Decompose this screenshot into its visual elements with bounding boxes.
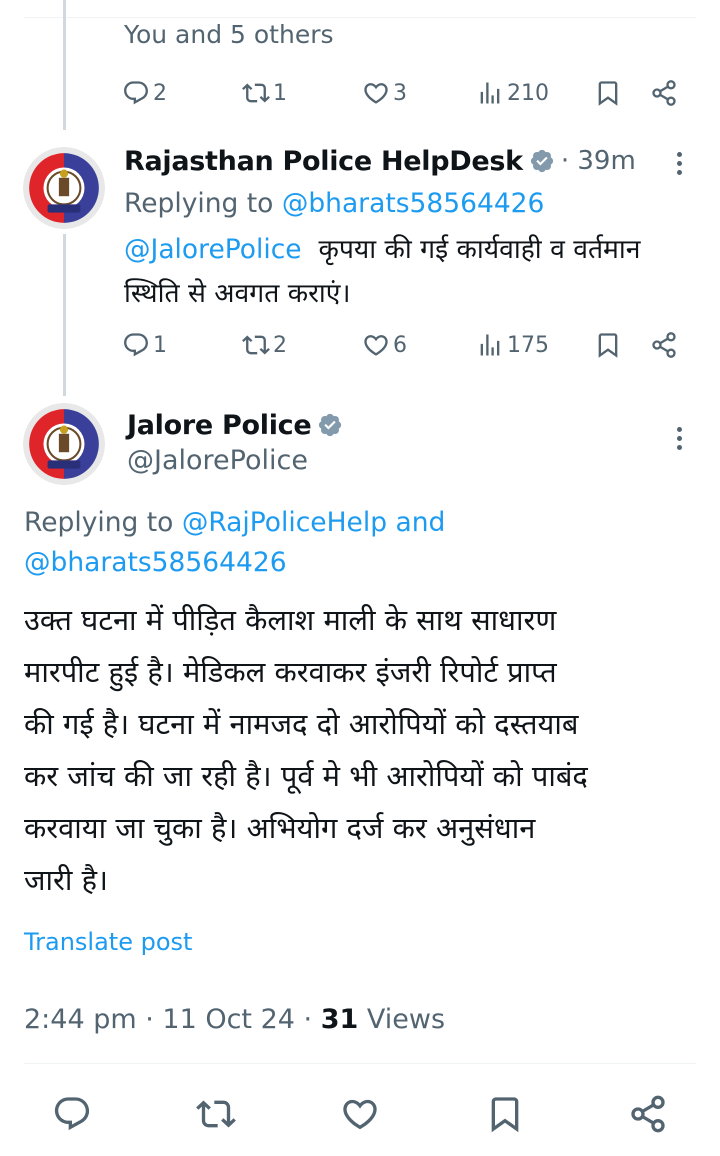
more-icon[interactable] <box>676 423 684 454</box>
text-line: मारपीट हुई है। मेडिकल करवाकर इंजरी रिपोर… <box>24 655 557 689</box>
views-button[interactable]: 175 <box>476 325 549 365</box>
repost-button[interactable]: 1 <box>242 73 287 113</box>
repost-icon <box>196 1094 236 1134</box>
like-button[interactable]: 6 <box>362 325 407 365</box>
author-handle[interactable]: @JalorePolice <box>127 443 308 479</box>
translate-link[interactable]: Translate post <box>24 926 192 958</box>
text-line: जारी है। <box>24 863 109 897</box>
repost-icon <box>242 79 270 107</box>
share-button[interactable] <box>628 1094 668 1134</box>
verified-badge-icon <box>317 412 343 438</box>
tweet-time[interactable]: · 39m <box>561 146 636 176</box>
replying-handle-link[interactable]: @RajPoliceHelp <box>182 507 387 538</box>
share-icon <box>628 1094 668 1134</box>
text-line: उक्त घटना में पीड़ित कैलाश माली के साथ स… <box>24 603 557 637</box>
replying-prefix: Replying to <box>124 188 282 219</box>
views-count: 31 <box>320 1004 359 1035</box>
views-button[interactable]: 210 <box>476 73 549 113</box>
prev-tweet-actions: 2 1 3 210 <box>120 73 690 113</box>
tweet-meta: 2:44 pm · 11 Oct 24 · 31 Views <box>24 1001 445 1039</box>
text-line: करवाया जा चुका है। अभियोग दर्ज कर अनुसंध… <box>24 811 536 845</box>
bookmark-button[interactable] <box>485 1094 525 1134</box>
replying-prefix: Replying to <box>24 507 182 538</box>
reply-icon <box>52 1094 92 1134</box>
avatar[interactable] <box>23 147 105 229</box>
text-line: स्थिति से अवगत कराएं। <box>124 278 351 309</box>
share-icon <box>650 79 678 107</box>
repost-icon <box>242 331 270 359</box>
reply-tweet-header: Rajasthan Police HelpDesk · 39m <box>124 141 636 181</box>
police-logo <box>23 403 105 485</box>
bookmark-button[interactable] <box>594 325 625 365</box>
text-line: कृपया की गई कार्यवाही व वर्तमान <box>318 234 641 265</box>
reply-button[interactable]: 1 <box>122 325 167 365</box>
reply-button[interactable] <box>52 1094 92 1134</box>
like-icon <box>362 79 390 107</box>
replying-handle-link[interactable]: @bharats58564426 <box>282 188 545 219</box>
repost-button[interactable]: 2 <box>242 325 287 365</box>
like-button[interactable] <box>340 1094 380 1134</box>
replying-to: Replying to @bharats58564426 <box>124 184 544 224</box>
share-icon <box>650 331 678 359</box>
divider <box>24 1063 696 1064</box>
thread-line-top <box>63 0 66 130</box>
avatar[interactable] <box>23 403 105 485</box>
main-tweet-header: Jalore Police <box>127 405 343 445</box>
main-tweet-text: उक्त घटना में पीड़ित कैलाश माली के साथ स… <box>24 594 714 906</box>
like-count: 6 <box>393 332 407 358</box>
reply-icon <box>122 331 150 359</box>
reply-tweet-text: @JalorePolice कृपया की गई कार्यवाही व वर… <box>124 230 704 314</box>
text-line: कर जांच की जा रही है। पूर्व मे भी आरोपिय… <box>24 759 588 793</box>
timestamp[interactable]: 2:44 pm · 11 Oct 24 · <box>24 1004 321 1035</box>
more-icon[interactable] <box>676 148 684 179</box>
views-icon <box>476 79 504 107</box>
thread-line-middle <box>63 234 66 396</box>
reply-tweet-actions: 1 2 6 175 <box>120 325 690 365</box>
replying-handle-link[interactable]: @bharats58564426 <box>24 543 704 583</box>
like-icon <box>340 1094 380 1134</box>
bookmark-icon <box>594 331 622 359</box>
repost-count: 1 <box>273 80 287 106</box>
share-button[interactable] <box>650 73 681 113</box>
reply-button[interactable]: 2 <box>122 73 167 113</box>
bookmark-icon <box>594 79 622 107</box>
replying-and: and <box>387 507 446 538</box>
reply-count: 2 <box>153 80 167 106</box>
like-count: 3 <box>393 80 407 106</box>
police-logo <box>23 147 105 229</box>
share-button[interactable] <box>650 325 681 365</box>
views-icon <box>476 331 504 359</box>
views-count: 175 <box>507 332 549 358</box>
author-name[interactable]: Jalore Police <box>127 410 312 441</box>
repost-button[interactable] <box>196 1094 236 1134</box>
bookmark-button[interactable] <box>594 73 625 113</box>
views-count: 210 <box>507 80 549 106</box>
views-label: Views <box>358 1004 446 1035</box>
liked-by-text[interactable]: You and 5 others <box>124 18 334 52</box>
bookmark-icon <box>485 1094 525 1134</box>
mention-link[interactable]: @JalorePolice <box>124 234 302 265</box>
reply-icon <box>122 79 150 107</box>
verified-badge-icon <box>529 148 555 174</box>
author-name[interactable]: Rajasthan Police HelpDesk <box>124 146 523 177</box>
replying-to: Replying to @RajPoliceHelp and @bharats5… <box>24 503 704 583</box>
like-icon <box>362 331 390 359</box>
reply-count: 1 <box>153 332 167 358</box>
text-line: की गई है। घटना में नामजद दो आरोपियों को … <box>24 707 579 741</box>
like-button[interactable]: 3 <box>362 73 407 113</box>
repost-count: 2 <box>273 332 287 358</box>
main-tweet-actions <box>0 1082 720 1142</box>
